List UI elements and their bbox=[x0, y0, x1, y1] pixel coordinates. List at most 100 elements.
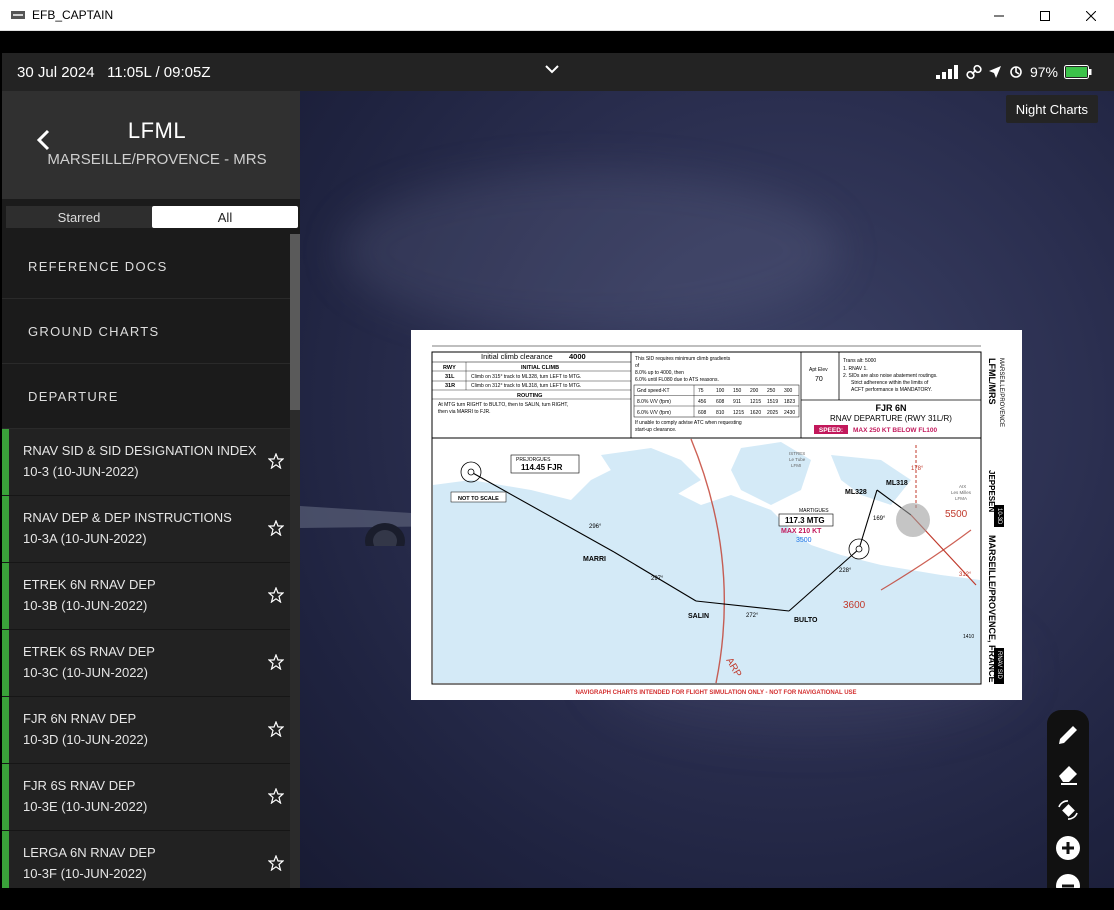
pencil-button[interactable] bbox=[1051, 718, 1085, 752]
runway-track: 312° bbox=[959, 572, 972, 578]
status-bar: 30 Jul 2024 11:05L / 09:05Z 97% bbox=[2, 53, 1114, 91]
chart-status-bar bbox=[2, 764, 9, 830]
apt-elev: 70 bbox=[815, 376, 823, 383]
rotate-icon bbox=[1058, 800, 1078, 821]
star-icon[interactable] bbox=[268, 587, 284, 603]
svg-text:911: 911 bbox=[733, 399, 741, 405]
category-reference-docs[interactable]: REFERENCE DOCS bbox=[2, 234, 290, 299]
signal-icon bbox=[935, 65, 958, 79]
category-ground-charts[interactable]: GROUND CHARTS bbox=[2, 299, 290, 364]
window-titlebar: EFB_CAPTAIN bbox=[0, 0, 1114, 31]
gps-sync-icon bbox=[1010, 66, 1022, 78]
star-icon[interactable] bbox=[268, 855, 284, 871]
rwy1-text: Climb on 315° track to ML328, turn LEFT … bbox=[471, 374, 581, 380]
chart-title: ETREK 6S RNAV DEP bbox=[23, 644, 155, 659]
trans-line2: 1. RNAV 1. bbox=[843, 366, 868, 372]
chart-list-item[interactable]: RNAV SID & SID DESIGNATION INDEX 10-3 (1… bbox=[2, 429, 290, 496]
pencil-icon bbox=[1059, 725, 1077, 744]
vv1-label: 8.0% V/V (fpm) bbox=[637, 399, 671, 405]
chart-title: FJR 6S RNAV DEP bbox=[23, 778, 136, 793]
chart-list-item[interactable]: RNAV DEP & DEP INSTRUCTIONS 10-3A (10-JU… bbox=[2, 496, 290, 563]
chart-sidebar: LFML MARSEILLE/PROVENCE - MRS Starred Al… bbox=[2, 91, 300, 888]
sid-type: RNAV DEPARTURE (RWY 31L/R) bbox=[830, 414, 952, 423]
chart-list-item[interactable]: ETREK 6N RNAV DEP 10-3B (10-JUN-2022) bbox=[2, 563, 290, 630]
top-track: 178° bbox=[911, 466, 924, 472]
salin-label: SALIN bbox=[688, 613, 709, 620]
routing-header: ROUTING bbox=[517, 393, 542, 399]
starred-tab[interactable]: Starred bbox=[6, 206, 152, 228]
chart-code: 10-3 (10-JUN-2022) bbox=[23, 464, 139, 479]
night-charts-button[interactable]: Night Charts bbox=[1005, 95, 1098, 123]
ownship-marker bbox=[896, 503, 930, 537]
maximize-icon bbox=[1040, 10, 1050, 21]
star-icon[interactable] bbox=[268, 721, 284, 737]
close-button[interactable] bbox=[1068, 0, 1114, 31]
svg-text:1215: 1215 bbox=[733, 410, 744, 416]
atc-line2: start-up clearance. bbox=[635, 427, 676, 433]
chart-map bbox=[433, 438, 980, 684]
ml318-label: ML318 bbox=[886, 480, 908, 487]
chart-status-bar bbox=[2, 697, 9, 763]
minimize-icon bbox=[994, 15, 1004, 16]
departure-chart-document[interactable]: Initial climb clearance 4000 RWY INITIAL… bbox=[411, 330, 1022, 700]
star-icon[interactable] bbox=[268, 788, 284, 804]
terrain-elev: 1410 bbox=[963, 634, 974, 640]
star-icon[interactable] bbox=[268, 453, 284, 469]
initial-climb-alt: 4000 bbox=[569, 352, 586, 361]
airport-icao: LFML bbox=[127, 118, 187, 143]
svg-text:300: 300 bbox=[784, 388, 793, 394]
rwy1: 31L bbox=[445, 374, 455, 380]
svg-text:1519: 1519 bbox=[767, 399, 778, 405]
chart-status-bar bbox=[2, 429, 9, 495]
side-airport-code: LFML/MRS bbox=[987, 358, 997, 405]
zoom-in-icon bbox=[1056, 836, 1080, 861]
atc-line1: If unable to comply advise ATC when requ… bbox=[635, 420, 742, 426]
filter-segment: Starred All bbox=[6, 206, 298, 228]
minimize-button[interactable] bbox=[976, 0, 1022, 31]
chart-code: 10-3B (10-JUN-2022) bbox=[23, 598, 148, 613]
chart-list-item[interactable]: ETREK 6S RNAV DEP 10-3C (10-JUN-2022) bbox=[2, 630, 290, 697]
speed-restriction: MAX 250 KT BELOW FL100 bbox=[853, 427, 938, 434]
leg-ml: 169° bbox=[873, 516, 886, 522]
chart-title: ETREK 6N RNAV DEP bbox=[23, 577, 156, 592]
gradient-line4: 6.0% until FL080 due to ATS reasons. bbox=[635, 377, 719, 383]
chevron-down-icon[interactable] bbox=[544, 63, 560, 75]
maximize-button[interactable] bbox=[1022, 0, 1068, 31]
side-rnav-sid: RNAV SID bbox=[996, 651, 1002, 680]
trans-line3: 2. SIDs are also noise abatement routing… bbox=[843, 373, 938, 379]
svg-text:200: 200 bbox=[750, 388, 759, 394]
chart-list-item-selected[interactable]: FJR 6N RNAV DEP 10-3D (10-JUN-2022) bbox=[2, 697, 290, 764]
marri-label: MARRI bbox=[583, 556, 606, 563]
zoom-in-button[interactable] bbox=[1051, 831, 1085, 865]
chart-list-item[interactable]: FJR 6S RNAV DEP 10-3E (10-JUN-2022) bbox=[2, 764, 290, 831]
gradient-line2: of bbox=[635, 363, 640, 369]
sidebar-scrollbar[interactable] bbox=[290, 234, 300, 888]
scrollbar-thumb[interactable] bbox=[290, 234, 300, 410]
chart-title: FJR 6N RNAV DEP bbox=[23, 711, 137, 726]
gradient-line1: This SID requires minimum climb gradient… bbox=[635, 356, 731, 362]
app-logo-icon bbox=[11, 11, 25, 19]
airport-name: MARSEILLE/PROVENCE - MRS bbox=[47, 151, 267, 168]
svg-text:1823: 1823 bbox=[784, 399, 795, 405]
gradient-line3: 8.0% up to 4000, then bbox=[635, 370, 684, 376]
star-icon[interactable] bbox=[268, 654, 284, 670]
svg-text:75: 75 bbox=[698, 388, 704, 394]
eraser-button[interactable] bbox=[1051, 756, 1085, 790]
istres-label2: Le Tube bbox=[789, 457, 806, 462]
chart-list-item[interactable]: LERGA 6N RNAV DEP 10-3F (10-JUN-2022) bbox=[2, 831, 290, 888]
chart-status-bar bbox=[2, 630, 9, 696]
chart-title: LERGA 6N RNAV DEP bbox=[23, 845, 156, 860]
star-icon[interactable] bbox=[268, 520, 284, 536]
chart-code: 10-3D (10-JUN-2022) bbox=[23, 732, 148, 747]
all-tab[interactable]: All bbox=[152, 206, 298, 228]
rotate-button[interactable] bbox=[1051, 794, 1085, 828]
svg-text:2025: 2025 bbox=[767, 410, 778, 416]
speed-label: SPEED: bbox=[819, 427, 843, 434]
window-title: EFB_CAPTAIN bbox=[32, 8, 114, 22]
svg-text:456: 456 bbox=[698, 399, 707, 405]
airport-header: LFML MARSEILLE/PROVENCE - MRS bbox=[2, 91, 300, 199]
leg-bulto: 272° bbox=[746, 613, 759, 619]
category-departure[interactable]: DEPARTURE bbox=[2, 364, 290, 429]
battery-percent: 97% bbox=[1029, 64, 1058, 80]
aix-label3: LFMA bbox=[955, 496, 967, 501]
